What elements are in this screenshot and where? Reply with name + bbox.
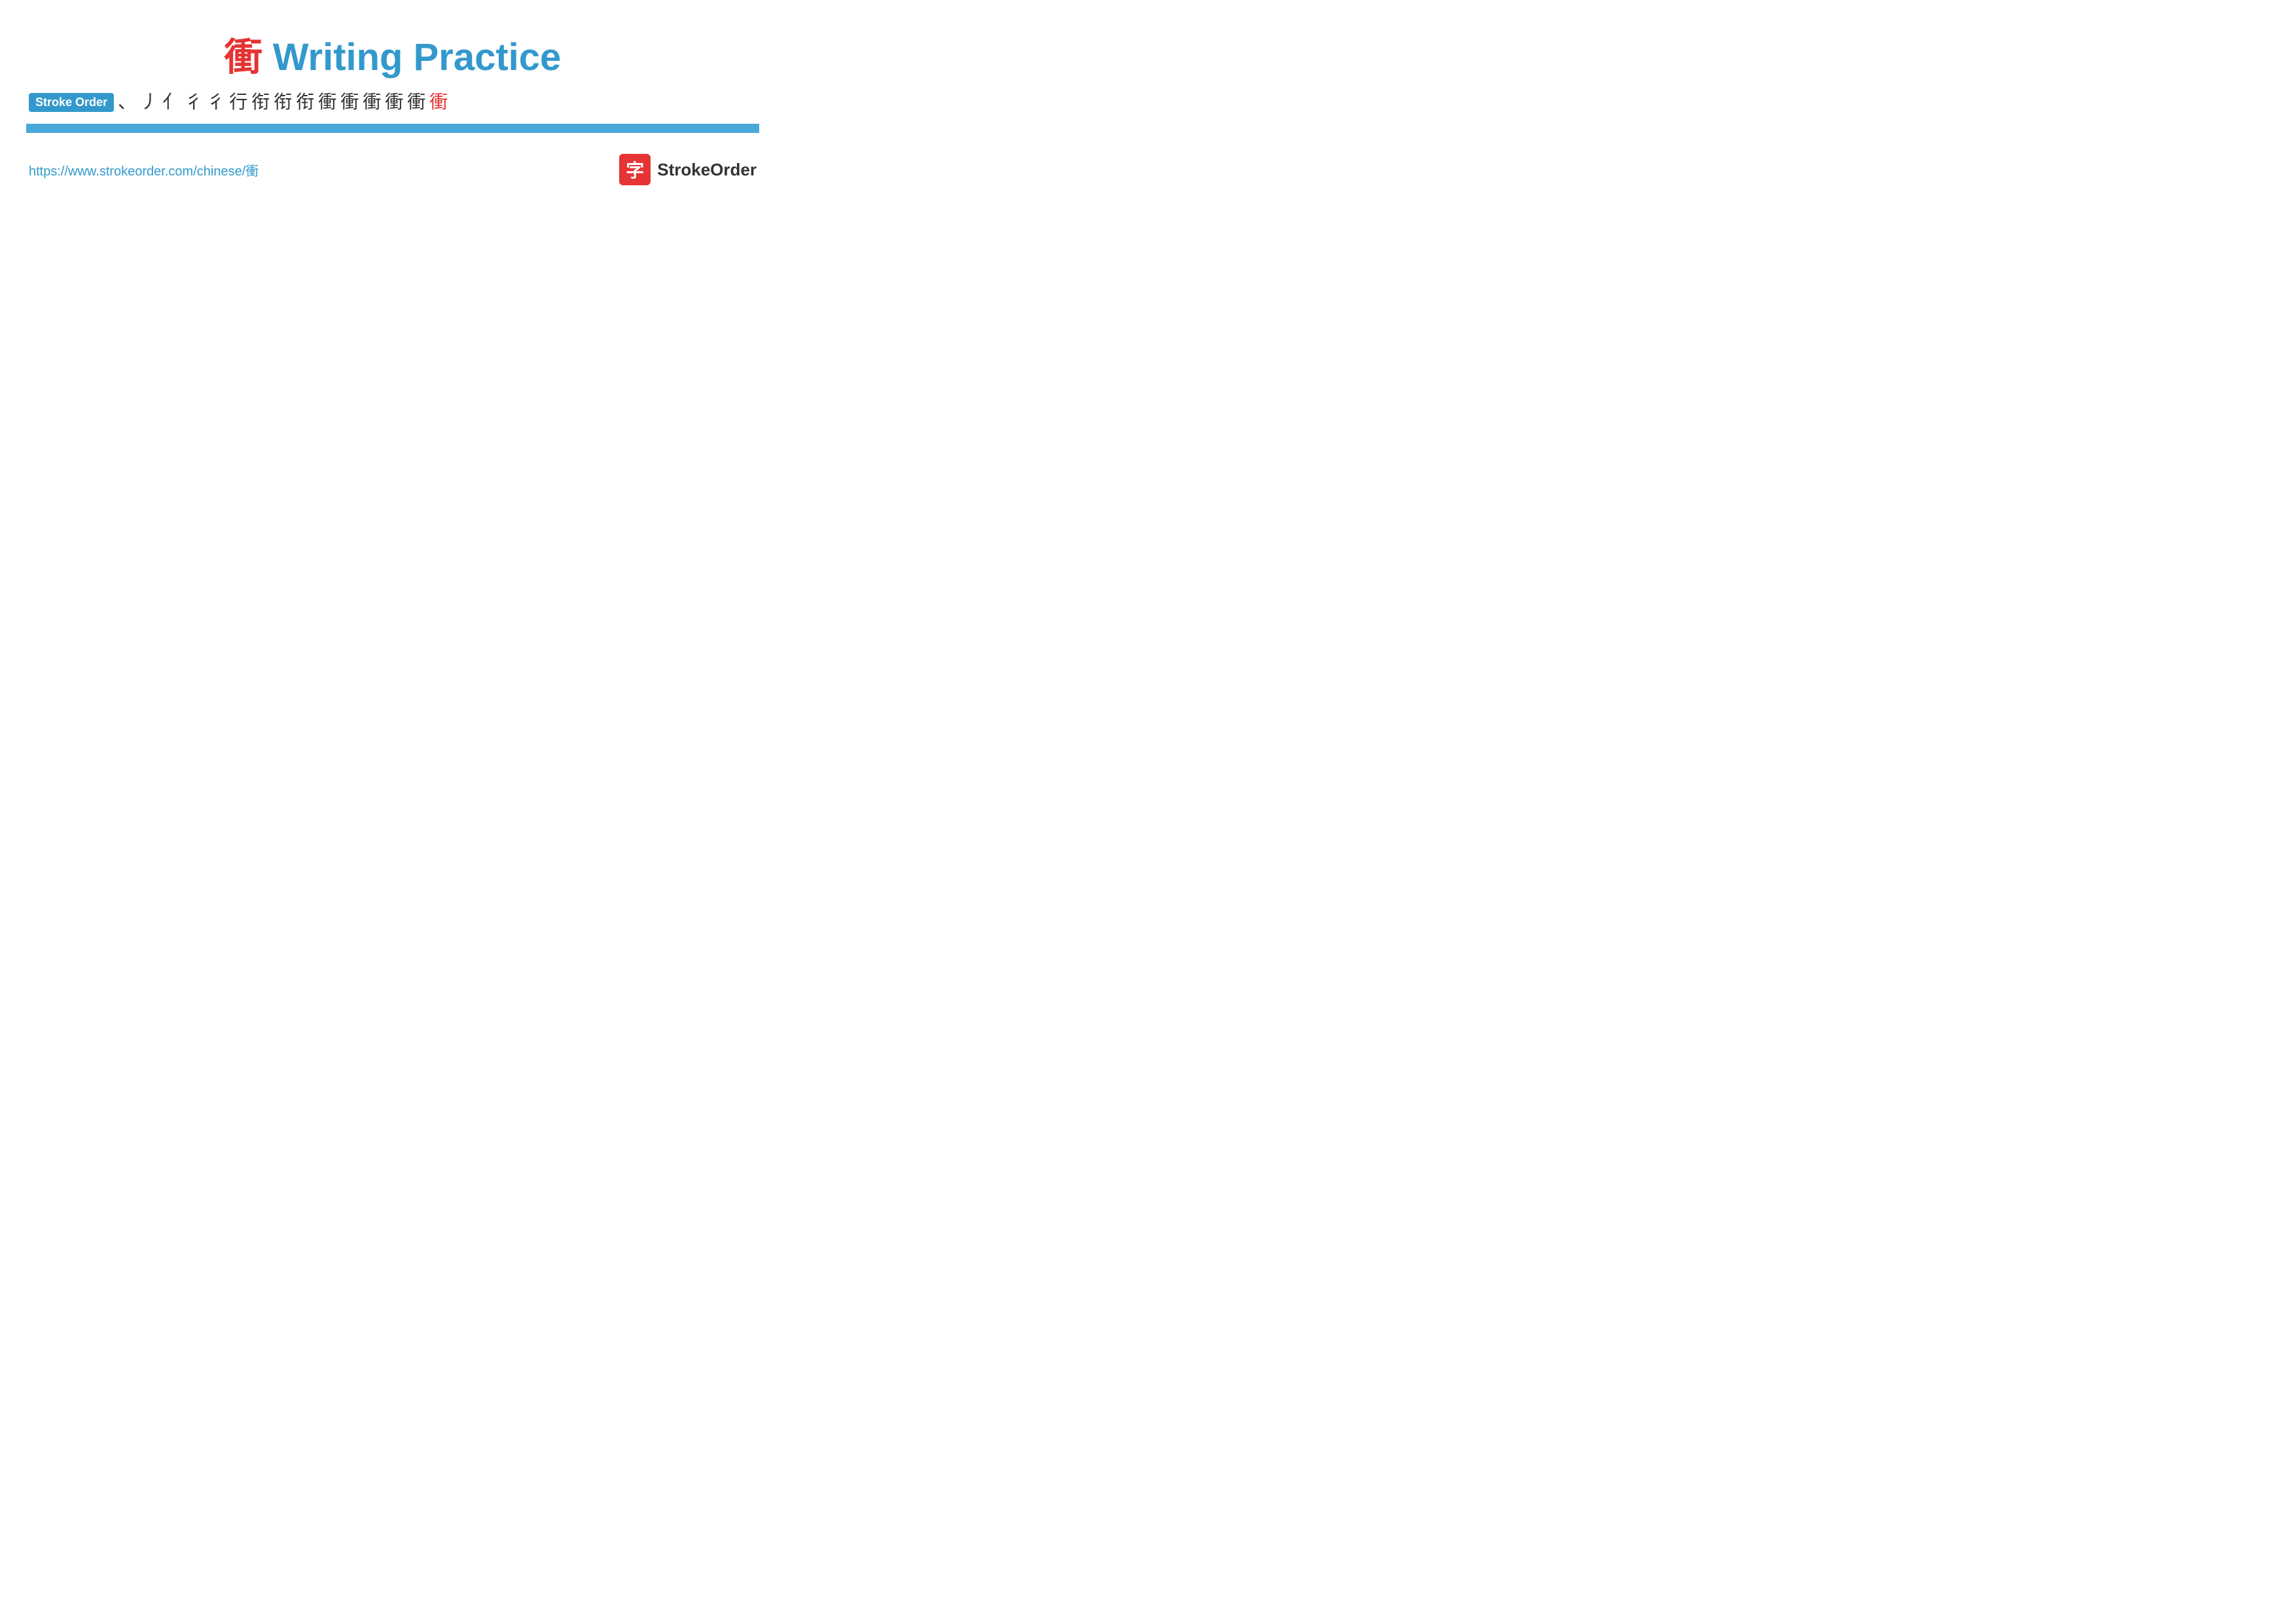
page-title: 衝 Writing Practice bbox=[26, 13, 759, 81]
stroke-step-13: 衝 bbox=[385, 94, 403, 112]
grid-cell[interactable] bbox=[83, 131, 139, 132]
grid-cell[interactable] bbox=[421, 131, 477, 132]
stroke-order-badge: Stroke Order bbox=[29, 93, 114, 112]
grid-cell[interactable] bbox=[590, 131, 646, 132]
stroke-step-2: 丿 bbox=[140, 94, 158, 112]
grid-cell[interactable] bbox=[477, 131, 533, 132]
stroke-step-4: 彳 bbox=[185, 94, 203, 112]
stroke-step-10: 衝 bbox=[318, 94, 336, 112]
grid-cell[interactable] bbox=[533, 131, 590, 132]
grid-row-6 bbox=[27, 131, 759, 132]
logo-text: StrokeOrder bbox=[657, 160, 757, 180]
footer-url[interactable]: https://www.strokeorder.com/chinese/衝 bbox=[29, 160, 259, 179]
grid-cell[interactable] bbox=[646, 131, 702, 132]
stroke-order-row: Stroke Order 、 丿 亻 彳 彳 行 衔 衔 衔 衝 衝 衝 衝 衝… bbox=[26, 93, 759, 112]
title-chinese-char: 衝 bbox=[224, 36, 262, 79]
grid-cell[interactable] bbox=[365, 131, 421, 132]
stroke-step-15: 衝 bbox=[429, 94, 448, 112]
grid-cell[interactable] bbox=[139, 131, 196, 132]
stroke-step-7: 衔 bbox=[251, 94, 270, 112]
stroke-step-8: 衔 bbox=[274, 94, 292, 112]
stroke-step-14: 衝 bbox=[407, 94, 425, 112]
title-label: Writing Practice bbox=[262, 36, 562, 79]
stroke-step-5: 彳 bbox=[207, 94, 225, 112]
stroke-step-9: 衔 bbox=[296, 94, 314, 112]
stroke-step-1: 、 bbox=[118, 94, 136, 112]
footer-logo: 字 StrokeOrder bbox=[619, 154, 757, 185]
stroke-step-12: 衝 bbox=[363, 94, 381, 112]
grid-cell[interactable] bbox=[702, 131, 759, 132]
grid-cell[interactable] bbox=[252, 131, 308, 132]
footer: https://www.strokeorder.com/chinese/衝 字 … bbox=[26, 154, 759, 185]
stroke-step-6: 行 bbox=[229, 94, 247, 112]
logo-icon: 字 bbox=[619, 154, 651, 185]
grid-cell[interactable] bbox=[196, 131, 252, 132]
grid-cell[interactable] bbox=[27, 131, 83, 132]
grid-cell[interactable] bbox=[308, 131, 365, 132]
stroke-step-3: 亻 bbox=[162, 94, 181, 112]
practice-grid: 衝 衝 衝 衝 衝 衝 衝 bbox=[26, 124, 759, 133]
stroke-step-11: 衝 bbox=[340, 94, 359, 112]
